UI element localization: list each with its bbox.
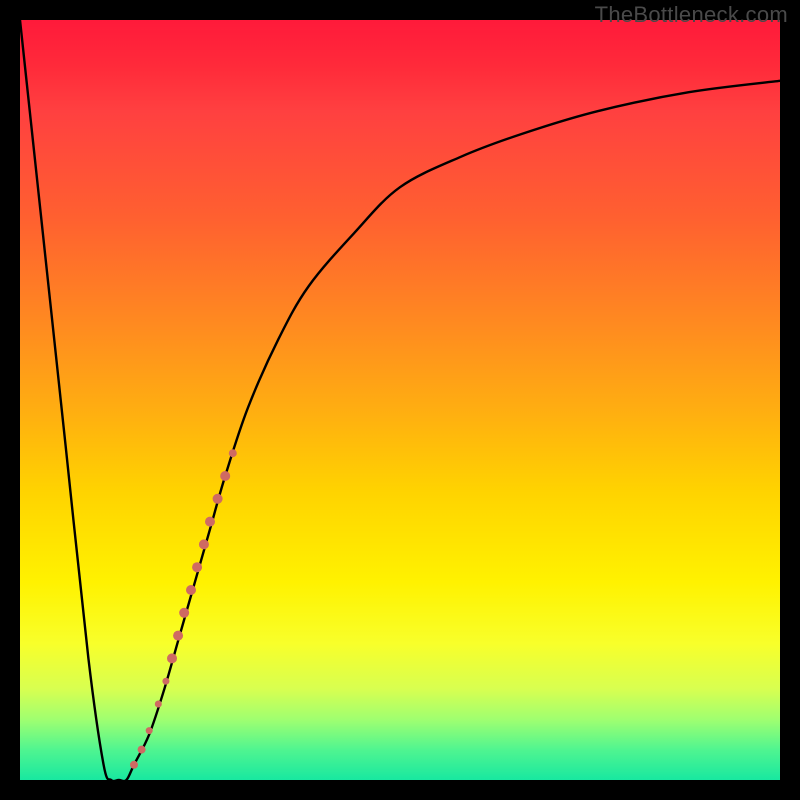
highlight-dot bbox=[173, 631, 183, 641]
highlight-dot bbox=[138, 746, 146, 754]
highlight-dot bbox=[192, 562, 202, 572]
highlight-dot bbox=[229, 449, 237, 457]
curve-path bbox=[20, 20, 780, 780]
highlight-dot bbox=[220, 471, 230, 481]
highlight-dot bbox=[179, 608, 189, 618]
highlight-dot bbox=[146, 727, 153, 734]
highlight-dot bbox=[167, 653, 177, 663]
highlight-dot bbox=[186, 585, 196, 595]
highlight-dot bbox=[199, 539, 209, 549]
highlight-dot bbox=[155, 701, 162, 708]
watermark-text: TheBottleneck.com bbox=[595, 2, 788, 28]
highlight-dot bbox=[205, 517, 215, 527]
bottleneck-curve bbox=[20, 20, 780, 780]
highlight-dot bbox=[130, 761, 138, 769]
plot-area bbox=[20, 20, 780, 780]
highlight-dot bbox=[213, 494, 223, 504]
highlight-dot bbox=[162, 678, 169, 685]
chart-frame: TheBottleneck.com bbox=[0, 0, 800, 800]
chart-svg bbox=[20, 20, 780, 780]
highlight-points bbox=[130, 449, 237, 769]
